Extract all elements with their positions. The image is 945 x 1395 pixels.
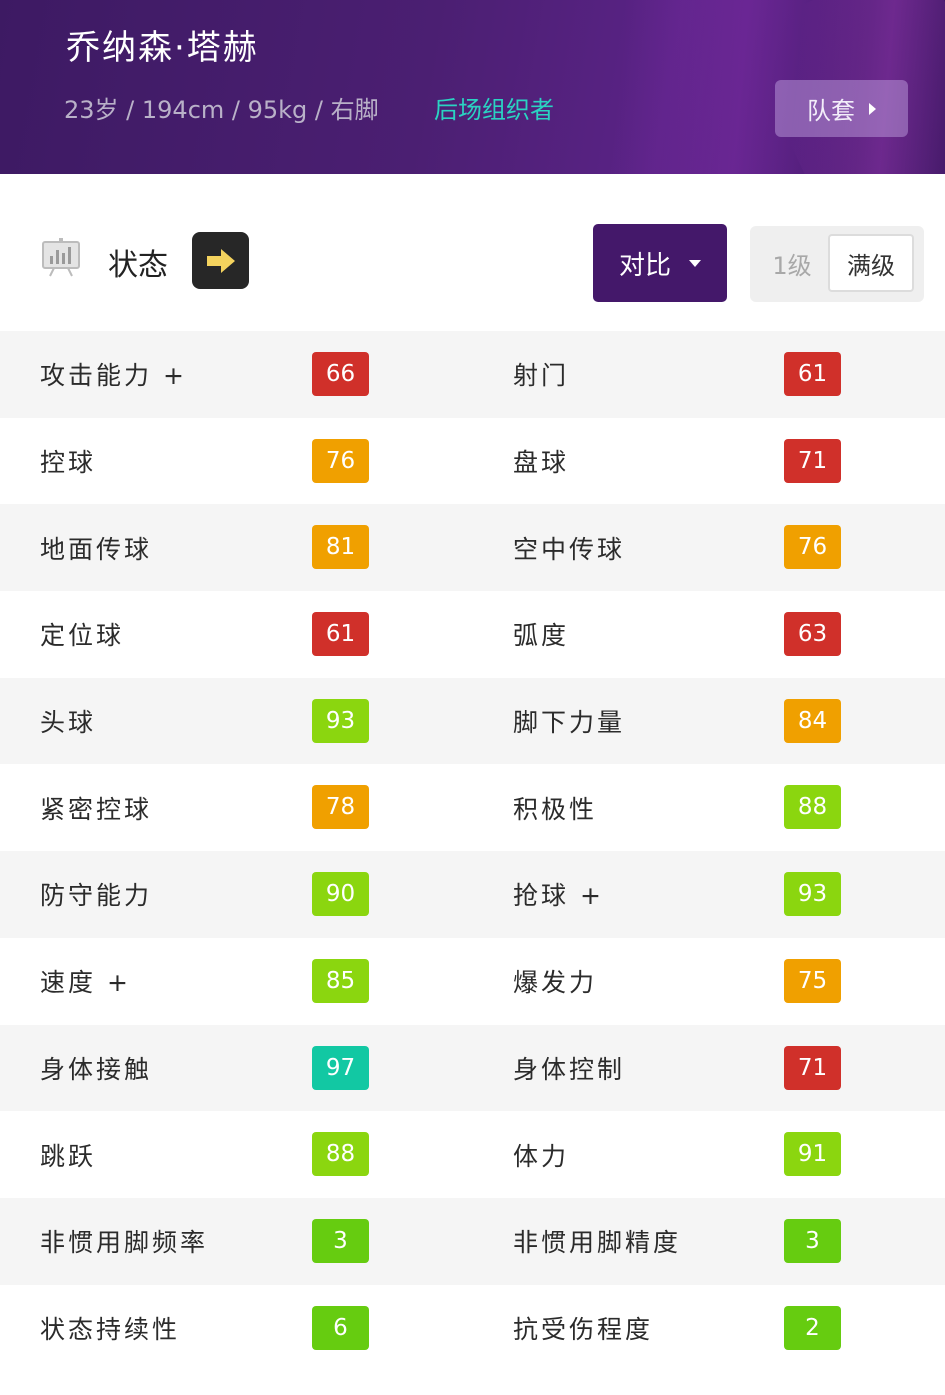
stat-value-badge: 76 xyxy=(784,525,841,570)
stat-value-badge: 88 xyxy=(784,785,841,830)
chart-board-icon xyxy=(42,238,80,277)
stat-name: 控球 xyxy=(40,448,97,478)
stat-row: 防守能力 90 抢球 + 93 xyxy=(0,851,945,938)
stat-value-badge: 91 xyxy=(784,1132,841,1177)
stat-value-badge: 76 xyxy=(312,438,369,483)
status-arrow-button[interactable] xyxy=(192,232,249,289)
kit-button-label: 队套 xyxy=(807,97,855,125)
stat-value-badge: 61 xyxy=(784,352,841,396)
stat-name: 速度 + xyxy=(40,968,131,998)
stat-name: 非惯用脚精度 xyxy=(513,1228,682,1258)
player-header: 乔纳森·塔赫 23岁 / 194cm / 95kg / 右脚 后场组织者 队套 xyxy=(0,0,945,174)
stat-name: 头球 xyxy=(40,708,97,738)
stat-row: 紧密控球 78 积极性 88 xyxy=(0,764,945,852)
stat-name: 跳跃 xyxy=(40,1141,97,1171)
stat-name: 攻击能力 + xyxy=(40,361,187,391)
stat-name: 非惯用脚频率 xyxy=(40,1228,209,1258)
stat-value-badge: 85 xyxy=(312,958,369,1003)
compare-button[interactable]: 对比 xyxy=(593,224,727,302)
stat-name: 爆发力 xyxy=(513,968,598,998)
stat-name: 状态持续性 xyxy=(40,1314,181,1344)
player-role[interactable]: 后场组织者 xyxy=(434,90,554,125)
stat-row: 速度 + 85 爆发力 75 xyxy=(0,937,945,1025)
stat-value-badge: 93 xyxy=(784,872,841,917)
stat-value-badge: 63 xyxy=(784,612,841,657)
stat-row: 定位球 61 弧度 63 xyxy=(0,591,945,678)
stat-value-badge: 3 xyxy=(784,1218,841,1263)
status-label: 状态 xyxy=(108,248,168,283)
stat-name: 防守能力 xyxy=(40,881,153,911)
stat-name: 身体控制 xyxy=(513,1054,626,1084)
stat-row: 头球 93 脚下力量 84 xyxy=(0,677,945,765)
caret-down-icon xyxy=(689,259,701,267)
stat-value-badge: 78 xyxy=(312,785,369,830)
stat-row: 非惯用脚频率 3 非惯用脚精度 3 xyxy=(0,1197,945,1285)
stat-name: 空中传球 xyxy=(513,534,626,564)
stat-name: 弧度 xyxy=(513,621,570,651)
stat-name: 地面传球 xyxy=(40,534,153,564)
stat-name: 定位球 xyxy=(40,621,125,651)
stat-value-badge: 90 xyxy=(312,872,369,917)
stat-value-badge: 88 xyxy=(312,1132,369,1177)
stat-value-badge: 3 xyxy=(312,1218,369,1263)
stat-value-badge: 75 xyxy=(784,958,841,1003)
stat-value-badge: 71 xyxy=(784,1045,841,1090)
stat-row: 地面传球 81 空中传球 76 xyxy=(0,504,945,592)
arrow-right-icon xyxy=(206,248,235,273)
stat-value-badge: 2 xyxy=(784,1305,841,1350)
kit-button[interactable]: 队套 xyxy=(775,80,908,137)
stat-value-badge: 84 xyxy=(784,698,841,743)
stat-name: 抗受伤程度 xyxy=(513,1314,654,1344)
stat-row: 跳跃 88 体力 91 xyxy=(0,1111,945,1198)
player-name: 乔纳森·塔赫 xyxy=(66,28,259,68)
caret-right-icon xyxy=(869,102,876,115)
level-option-max[interactable]: 满级 xyxy=(828,234,914,292)
stats-table: 攻击能力 + 66 射门 61 控球 76 盘球 71 地面传球 81 空中传球 76 定位球 61 弧度 6… xyxy=(0,331,945,1372)
stat-row: 控球 76 盘球 71 xyxy=(0,417,945,505)
stat-row: 攻击能力 + 66 射门 61 xyxy=(0,331,945,418)
stat-value-badge: 81 xyxy=(312,525,369,570)
level-toggle: 1级 满级 xyxy=(750,226,924,302)
stat-name: 积极性 xyxy=(513,794,598,824)
stat-row: 身体接触 97 身体控制 71 xyxy=(0,1024,945,1112)
level-option-1[interactable]: 1级 xyxy=(756,234,828,292)
stat-name: 脚下力量 xyxy=(513,708,626,738)
stat-value-badge: 61 xyxy=(312,612,369,657)
stat-value-badge: 66 xyxy=(312,352,369,396)
player-meta: 23岁 / 194cm / 95kg / 右脚 xyxy=(64,96,379,124)
stat-name: 紧密控球 xyxy=(40,794,153,824)
stat-name: 抢球 + xyxy=(513,881,604,911)
stat-value-badge: 6 xyxy=(312,1305,369,1350)
stat-name: 体力 xyxy=(513,1141,570,1171)
stat-value-badge: 93 xyxy=(312,698,369,743)
stat-name: 身体接触 xyxy=(40,1054,153,1084)
stat-name: 盘球 xyxy=(513,448,570,478)
stat-row: 状态持续性 6 抗受伤程度 2 xyxy=(0,1284,945,1372)
stat-value-badge: 97 xyxy=(312,1045,369,1090)
stat-value-badge: 71 xyxy=(784,438,841,483)
stat-name: 射门 xyxy=(513,361,570,391)
compare-label: 对比 xyxy=(618,250,671,281)
